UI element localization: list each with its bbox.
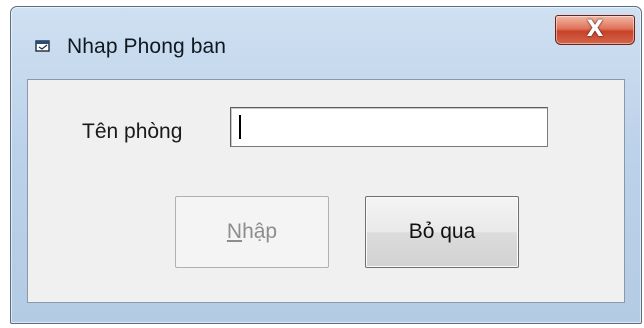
submit-button-label: Nhập <box>227 220 277 244</box>
close-button[interactable]: X <box>555 15 635 45</box>
submit-button[interactable]: Nhập <box>175 196 329 268</box>
close-icon: X <box>586 17 604 42</box>
text-caret <box>239 115 241 139</box>
form-icon <box>35 39 51 53</box>
window-title: Nhap Phong ban <box>67 35 227 58</box>
submit-label-rest: hập <box>242 220 278 243</box>
dialog-window: Nhap Phong ban X Tên phòng Nhập Bỏ qua <box>10 6 642 324</box>
cancel-button[interactable]: Bỏ qua <box>365 196 519 268</box>
department-name-label: Tên phòng <box>82 120 183 143</box>
title-bar[interactable]: Nhap Phong ban X <box>11 7 641 79</box>
submit-accelerator-key: N <box>226 220 243 243</box>
department-name-input[interactable] <box>230 107 548 147</box>
cancel-button-label: Bỏ qua <box>408 220 476 243</box>
dialog-body: Tên phòng Nhập Bỏ qua <box>27 79 625 303</box>
